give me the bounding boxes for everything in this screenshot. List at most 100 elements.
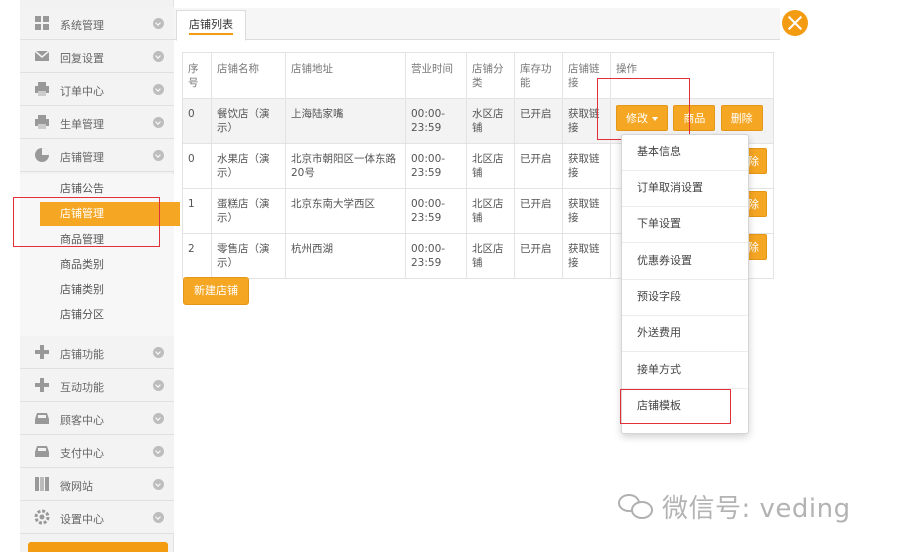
- store-name-link[interactable]: 零售店（演示）: [211, 233, 286, 279]
- store-name-link[interactable]: 餐饮店（演示）: [211, 98, 286, 144]
- chevron-down-icon: [153, 117, 164, 128]
- mail-icon: [34, 50, 50, 61]
- cell-id: 2: [182, 233, 212, 279]
- sidebar-item-label: 顾客中心: [60, 414, 104, 427]
- sidebar-item-label: 设置中心: [60, 513, 104, 526]
- get-link[interactable]: 获取链接: [562, 143, 611, 189]
- chevron-down-icon: [153, 347, 164, 358]
- columns-icon: [35, 477, 49, 491]
- inbox-icon: [35, 413, 49, 424]
- new-store-button[interactable]: 新建店铺: [183, 277, 249, 305]
- submenu-item-store-category[interactable]: 店铺类别: [20, 278, 160, 302]
- chevron-down-icon: [153, 446, 164, 457]
- watermark: 微信号: veding: [618, 488, 851, 524]
- sidebar-item-store-management[interactable]: 店铺管理: [20, 139, 174, 172]
- sidebar-item-settings[interactable]: 设置中心: [20, 501, 174, 534]
- sidebar-item-label: 系统管理: [60, 19, 104, 32]
- tab-label: 店铺列表: [189, 18, 233, 35]
- cell-stock: 已开启: [514, 233, 563, 279]
- cell-address: 杭州西湖: [285, 233, 406, 279]
- cell-category: 北区店铺: [466, 143, 515, 189]
- cell-address: 上海陆家嘴: [285, 98, 406, 144]
- inbox-icon: [35, 446, 49, 457]
- sidebar-item-payment[interactable]: 支付中心: [20, 435, 174, 468]
- sidebar-bottom-button[interactable]: [28, 542, 168, 552]
- cell-id: 0: [182, 98, 212, 144]
- annotation-box-edit: [597, 78, 690, 140]
- tab-bar: 店铺列表: [174, 8, 780, 41]
- sidebar: 系统管理 回复设置 订单中心 生单管理 店铺管理 店铺公告 店铺管理 商品管理 …: [20, 0, 180, 552]
- tab-store-list[interactable]: 店铺列表: [176, 10, 246, 41]
- cell-id: 0: [182, 143, 212, 189]
- menu-item-coupon[interactable]: 优惠券设置: [622, 244, 748, 280]
- sidebar-item-system[interactable]: 系统管理: [20, 7, 174, 40]
- chevron-down-icon: [153, 380, 164, 391]
- delete-button[interactable]: 删除: [720, 105, 763, 131]
- menu-item-order-settings[interactable]: 下单设置: [622, 207, 748, 243]
- cell-id: 1: [182, 188, 212, 234]
- column-header: 库存功能: [514, 52, 563, 99]
- sidebar-item-microsite[interactable]: 微网站: [20, 468, 174, 501]
- sidebar-item-label: 店铺功能: [60, 348, 104, 361]
- cell-category: 北区店铺: [466, 188, 515, 234]
- sidebar-item-customers[interactable]: 顾客中心: [20, 402, 174, 435]
- column-header: 序号: [182, 52, 212, 99]
- cell-hours: 00:00-23:59: [405, 98, 467, 144]
- sidebar-item-label: 生单管理: [60, 118, 104, 131]
- cell-hours: 00:00-23:59: [405, 233, 467, 279]
- sidebar-item-label: 支付中心: [60, 447, 104, 460]
- column-header: 店铺名称: [211, 52, 286, 99]
- sidebar-item-label: 店铺管理: [60, 151, 104, 164]
- annotation-box-store-template: [620, 389, 731, 424]
- cell-address: 北京东南大学西区: [285, 188, 406, 234]
- chevron-down-icon: [153, 413, 164, 424]
- cell-stock: 已开启: [514, 188, 563, 234]
- submenu-item-store-zone[interactable]: 店铺分区: [20, 303, 160, 327]
- sidebar-item-store-functions[interactable]: 店铺功能: [20, 336, 174, 369]
- sidebar-item-reply[interactable]: 回复设置: [20, 40, 174, 73]
- sidebar-item-label: 订单中心: [60, 85, 104, 98]
- sidebar-item-orders[interactable]: 订单中心: [20, 73, 174, 106]
- sidebar-item-label: 微网站: [60, 480, 93, 493]
- pie-chart-icon: [35, 148, 49, 162]
- watermark-text: 微信号: veding: [662, 493, 851, 524]
- column-header: 店铺地址: [285, 52, 406, 99]
- plus-icon: [35, 378, 49, 392]
- cell-category: 水区店铺: [466, 98, 515, 144]
- wechat-icon: [618, 492, 656, 520]
- chevron-down-icon: [153, 512, 164, 523]
- close-circle-icon[interactable]: [782, 10, 808, 36]
- chevron-down-icon: [153, 479, 164, 490]
- chevron-down-icon: [153, 150, 164, 161]
- sidebar-item-label: 互动功能: [60, 381, 104, 394]
- chevron-down-icon: [153, 84, 164, 95]
- get-link[interactable]: 获取链接: [562, 188, 611, 234]
- gear-icon: [34, 509, 50, 525]
- cell-hours: 00:00-23:59: [405, 143, 467, 189]
- cell-hours: 00:00-23:59: [405, 188, 467, 234]
- menu-item-order-cancel[interactable]: 订单取消设置: [622, 171, 748, 207]
- cell-category: 北区店铺: [466, 233, 515, 279]
- cell-stock: 已开启: [514, 143, 563, 189]
- grid-icon: [35, 16, 49, 30]
- submenu-item-goods-category[interactable]: 商品类别: [20, 253, 160, 277]
- chevron-down-icon: [153, 18, 164, 29]
- menu-item-accept-method[interactable]: 接单方式: [622, 353, 748, 389]
- store-name-link[interactable]: 水果店（演示）: [211, 143, 286, 189]
- printer-icon: [35, 82, 49, 96]
- cell-address: 北京市朝阳区一体东路20号: [285, 143, 406, 189]
- store-name-link[interactable]: 蛋糕店（演示）: [211, 188, 286, 234]
- get-link[interactable]: 获取链接: [562, 233, 611, 279]
- sidebar-item-label: 回复设置: [60, 52, 104, 65]
- plus-icon: [35, 345, 49, 359]
- menu-item-basic-info[interactable]: 基本信息: [622, 135, 748, 171]
- printer-icon: [35, 115, 49, 129]
- sidebar-item-interactive[interactable]: 互动功能: [20, 369, 174, 402]
- menu-item-delivery-fee[interactable]: 外送费用: [622, 316, 748, 352]
- sidebar-item-generate[interactable]: 生单管理: [20, 106, 174, 139]
- column-header: 店铺分类: [466, 52, 515, 99]
- annotation-box-store-management: [13, 197, 160, 247]
- menu-item-preset-fields[interactable]: 预设字段: [622, 280, 748, 316]
- column-header: 营业时间: [405, 52, 467, 99]
- cell-stock: 已开启: [514, 98, 563, 144]
